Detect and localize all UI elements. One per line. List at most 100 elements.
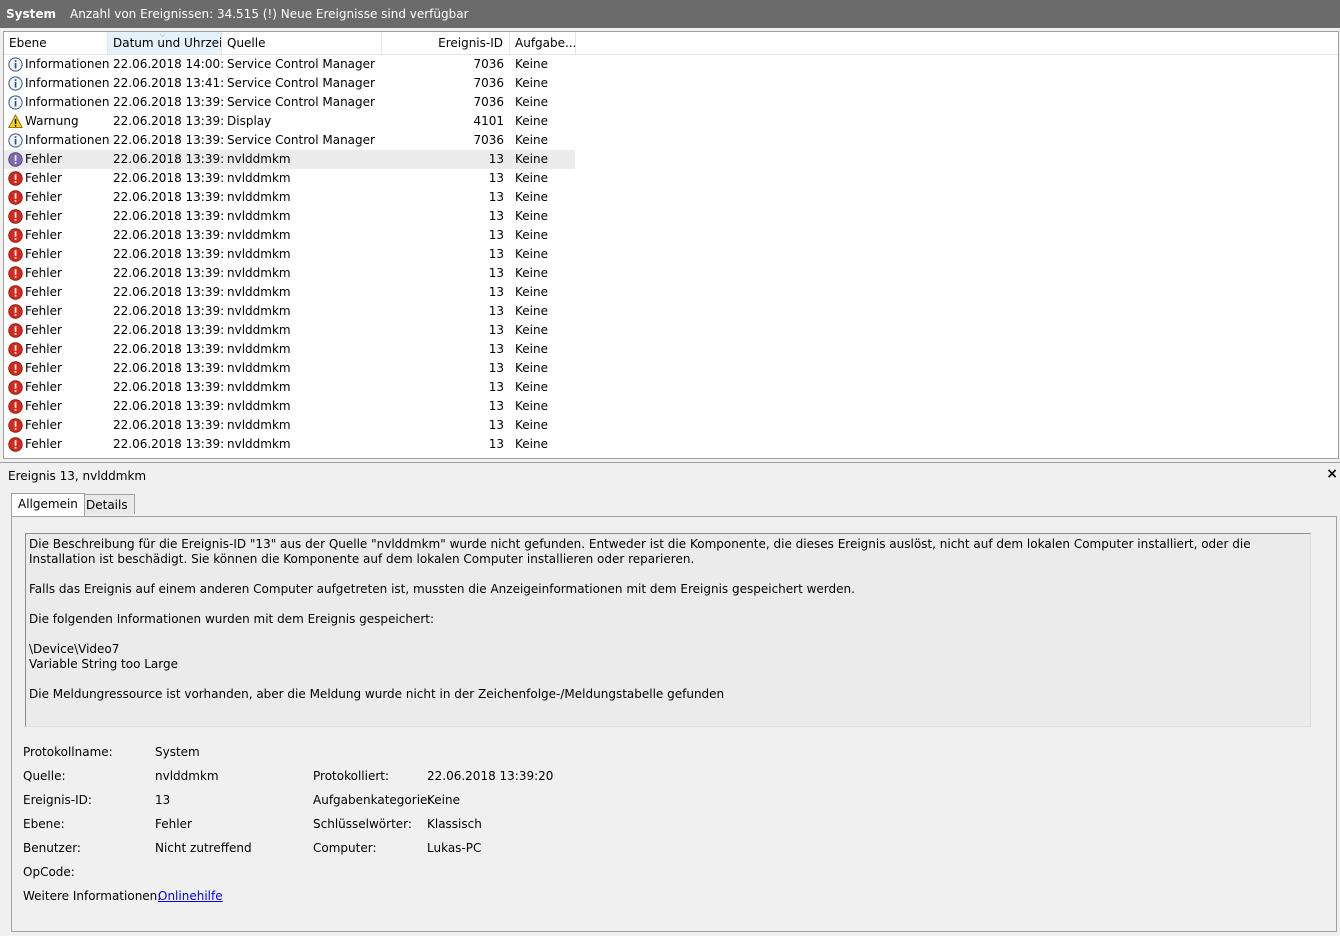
error-icon — [8, 209, 23, 224]
event-row[interactable]: Informationen22.06.2018 13:39:44 Service … — [4, 93, 1338, 112]
source-value: nvlddmkm — [155, 769, 219, 783]
event-list[interactable]: Ebene ⌵ Datum und Uhrzeit Quelle Ereigni… — [3, 31, 1339, 459]
event-task: Keine — [515, 114, 548, 128]
event-source: nvlddmkm — [227, 171, 291, 185]
event-level: Informationen — [25, 133, 110, 147]
event-level: Fehler — [25, 266, 62, 280]
event-id: 4101 — [473, 114, 504, 128]
event-level: Fehler — [25, 323, 62, 337]
event-date: 22.06.2018 13:39:20 — [113, 437, 223, 451]
event-detail-header: Ereignis 13, nvlddmkm × — [0, 462, 1340, 489]
logged-label: Protokolliert: — [313, 769, 390, 783]
event-level: Fehler — [25, 304, 62, 318]
event-row[interactable]: Fehler 22.06.2018 13:39:20 nvlddmkm 13 Keine — [4, 416, 1338, 435]
event-id: 7036 — [473, 76, 504, 90]
error-icon — [8, 304, 23, 319]
event-list-header: Ebene ⌵ Datum und Uhrzeit Quelle Ereigni… — [4, 32, 1338, 55]
event-task: Keine — [515, 76, 548, 90]
event-level: Informationen — [25, 76, 110, 90]
level-value: Fehler — [155, 817, 192, 831]
event-id: 13 — [488, 361, 504, 375]
event-task: Keine — [515, 342, 548, 356]
error-icon — [8, 228, 23, 243]
error-icon — [8, 266, 23, 281]
log-name-label: Protokollname: — [23, 745, 113, 759]
event-row[interactable]: Fehler 22.06.2018 13:39:20 nvlddmkm 13 Keine — [4, 169, 1338, 188]
event-row[interactable]: Fehler 22.06.2018 13:39:20 nvlddmkm 13 Keine — [4, 397, 1338, 416]
column-header-level[interactable]: Ebene — [4, 32, 108, 54]
column-header-date[interactable]: ⌵ Datum und Uhrzeit — [108, 32, 222, 54]
vertical-scrollbar[interactable] — [1336, 55, 1338, 458]
event-source: Display — [227, 114, 272, 128]
keywords-label: Schlüsselwörter: — [313, 817, 412, 831]
event-row[interactable]: Informationen22.06.2018 13:41:24 Service … — [4, 74, 1338, 93]
event-level: Fehler — [25, 228, 62, 242]
event-date: 22.06.2018 14:00:53 — [113, 57, 223, 71]
error-icon — [8, 323, 23, 338]
event-id: 13 — [488, 171, 504, 185]
event-task: Keine — [515, 133, 548, 147]
event-row[interactable]: Informationen22.06.2018 14:00:53 Service … — [4, 55, 1338, 74]
description-line: Variable String too Large — [29, 657, 178, 671]
event-date: 22.06.2018 13:39:20 — [113, 418, 223, 432]
event-row[interactable]: Fehler 22.06.2018 13:39:20 nvlddmkm 13 Keine — [4, 226, 1338, 245]
event-row[interactable]: Informationen22.06.2018 13:39:24 Service … — [4, 131, 1338, 150]
user-label: Benutzer: — [23, 841, 81, 855]
tab-details[interactable]: Details — [79, 494, 135, 514]
event-count-status: Anzahl von Ereignissen: 34.515 (!) Neue … — [70, 7, 469, 21]
event-row[interactable]: Fehler 22.06.2018 13:39:20 nvlddmkm 13 Keine — [4, 435, 1338, 454]
event-row[interactable]: Fehler 22.06.2018 13:39:20 nvlddmkm 13 Keine — [4, 207, 1338, 226]
event-source: Service Control Manager — [227, 95, 375, 109]
event-row[interactable]: Fehler 22.06.2018 13:39:20 nvlddmkm 13 Keine — [4, 302, 1338, 321]
event-detail-title: Ereignis 13, nvlddmkm — [8, 469, 147, 483]
column-header-event-id[interactable]: Ereignis-ID — [382, 32, 510, 54]
description-line: \Device\Video7 — [29, 642, 120, 656]
event-id: 13 — [488, 228, 504, 242]
event-source: nvlddmkm — [227, 437, 291, 451]
event-row[interactable]: Warnung 22.06.2018 13:39:26 Display 4101 Kei… — [4, 112, 1338, 131]
event-id: 13 — [488, 380, 504, 394]
event-task: Keine — [515, 209, 548, 223]
event-row[interactable]: Fehler 22.06.2018 13:39:20 nvlddmkm 13 Keine — [4, 359, 1338, 378]
task-category-value: Keine — [427, 793, 460, 807]
event-source: nvlddmkm — [227, 323, 291, 337]
event-source: nvlddmkm — [227, 418, 291, 432]
event-description[interactable]: Die Beschreibung für die Ereignis-ID "13… — [25, 533, 1311, 727]
event-source: nvlddmkm — [227, 190, 291, 204]
event-task: Keine — [515, 285, 548, 299]
log-title-bar: System Anzahl von Ereignissen: 34.515 (!… — [0, 0, 1340, 28]
event-id-value: 13 — [155, 793, 171, 807]
event-row[interactable]: Fehler 22.06.2018 13:39:20 nvlddmkm 13 Keine — [4, 321, 1338, 340]
column-header-source[interactable]: Quelle — [222, 32, 382, 54]
error-icon — [8, 152, 23, 167]
event-id: 13 — [488, 247, 504, 261]
event-task: Keine — [515, 266, 548, 280]
event-task: Keine — [515, 323, 548, 337]
event-date: 22.06.2018 13:39:20 — [113, 209, 223, 223]
info-icon — [8, 133, 23, 148]
tab-allgemein[interactable]: Allgemein — [11, 493, 85, 516]
logged-value: 22.06.2018 13:39:20 — [427, 769, 554, 783]
event-id: 13 — [488, 418, 504, 432]
event-row[interactable]: Fehler 22.06.2018 13:39:20 nvlddmkm 13 Keine — [4, 378, 1338, 397]
event-row[interactable]: Fehler 22.06.2018 13:39:20 nvlddmkm 13 Keine — [4, 150, 1338, 169]
close-icon[interactable]: × — [1326, 466, 1338, 482]
event-task: Keine — [515, 152, 548, 166]
computer-value: Lukas-PC — [427, 841, 482, 855]
event-row[interactable]: Fehler 22.06.2018 13:39:20 nvlddmkm 13 Keine — [4, 264, 1338, 283]
event-id: 13 — [488, 304, 504, 318]
event-row[interactable]: Fehler 22.06.2018 13:39:20 nvlddmkm 13 Keine — [4, 340, 1338, 359]
event-source: nvlddmkm — [227, 399, 291, 413]
event-row[interactable]: Fehler 22.06.2018 13:39:20 nvlddmkm 13 Keine — [4, 188, 1338, 207]
log-name: System — [6, 7, 56, 21]
event-row[interactable]: Fehler 22.06.2018 13:39:20 nvlddmkm 13 Keine — [4, 245, 1338, 264]
event-source: nvlddmkm — [227, 380, 291, 394]
event-source: nvlddmkm — [227, 209, 291, 223]
event-id: 13 — [488, 399, 504, 413]
online-help-link[interactable]: Onlinehilfe — [158, 889, 223, 903]
event-date: 22.06.2018 13:39:20 — [113, 399, 223, 413]
event-source: nvlddmkm — [227, 228, 291, 242]
column-header-task[interactable]: Aufgabe... — [510, 32, 576, 54]
event-date: 22.06.2018 13:39:20 — [113, 152, 223, 166]
event-row[interactable]: Fehler 22.06.2018 13:39:20 nvlddmkm 13 Keine — [4, 283, 1338, 302]
